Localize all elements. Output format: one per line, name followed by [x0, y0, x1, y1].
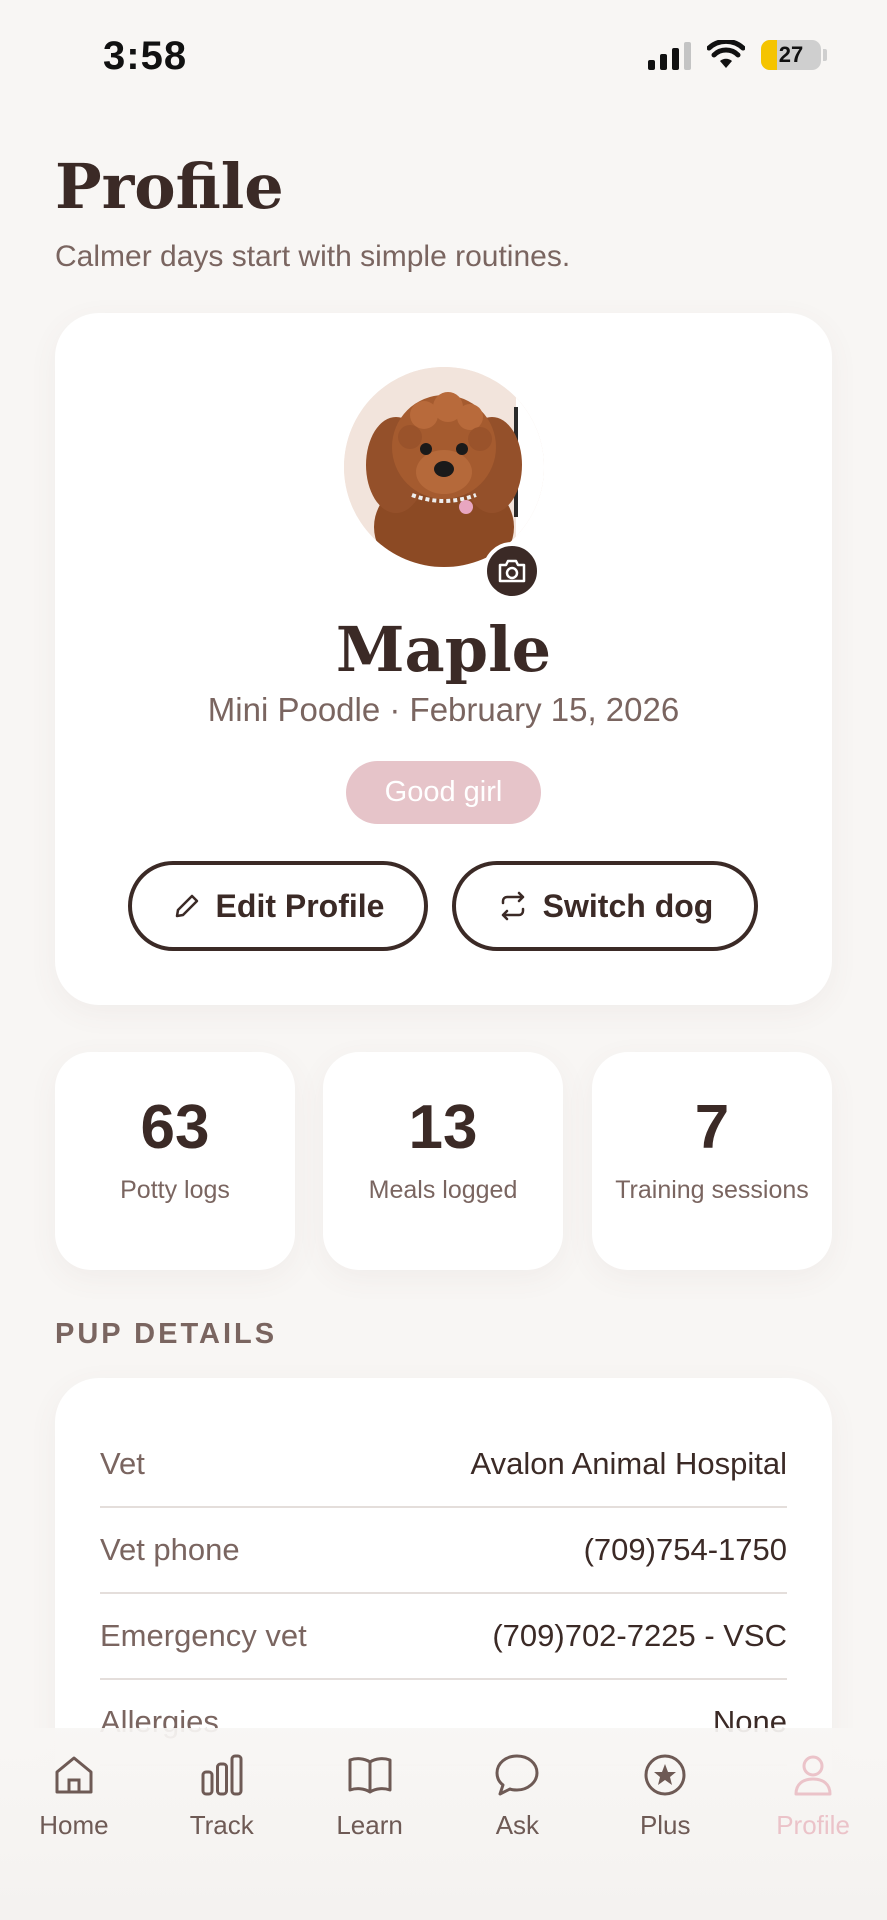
detail-row-emergency-vet[interactable]: Emergency vet (709)702-7225 - VSC — [100, 1594, 787, 1680]
tab-home[interactable]: Home — [0, 1728, 148, 1920]
detail-row-vet-phone[interactable]: Vet phone (709)754-1750 — [100, 1508, 787, 1594]
tab-label: Home — [39, 1810, 109, 1840]
profile-card: Maple Mini Poodle · February 15, 2026 Go… — [55, 313, 832, 1005]
battery-level: 27 — [778, 42, 804, 67]
stat-value: 13 — [408, 1093, 478, 1162]
status-bar: 3:58 27 — [0, 0, 887, 110]
book-icon — [348, 1757, 392, 1794]
detail-value: Avalon Animal Hospital — [470, 1446, 788, 1481]
swap-arrows-icon — [501, 891, 524, 921]
status-badge: Good girl — [346, 761, 541, 824]
status-time: 3:58 — [103, 34, 188, 78]
tab-label: Plus — [639, 1810, 691, 1840]
tab-track[interactable]: Track — [148, 1728, 296, 1920]
tab-label: Ask — [495, 1810, 540, 1840]
status-icons: 27 — [648, 40, 827, 70]
page-subtitle: Calmer days start with simple routines. — [55, 240, 571, 273]
tab-ask[interactable]: Ask — [443, 1728, 591, 1920]
tab-label: Profile — [776, 1810, 850, 1840]
dog-breed-birthday: Mini Poodle · February 15, 2026 — [207, 691, 680, 728]
page-title: Profile — [55, 150, 284, 223]
stat-label: Potty logs — [120, 1176, 230, 1204]
tab-label: Learn — [336, 1810, 403, 1840]
chat-bubble-icon — [495, 1754, 539, 1796]
tab-plus[interactable]: Plus — [591, 1728, 739, 1920]
change-photo-button[interactable] — [483, 542, 541, 600]
stat-value: 63 — [140, 1093, 210, 1162]
edit-profile-label: Edit Profile — [215, 887, 385, 924]
detail-value: (709)702-7225 - VSC — [492, 1618, 787, 1653]
bottom-tab-bar: Home Track Learn Ask Plus Profile — [0, 1728, 887, 1920]
bar-chart-icon — [201, 1754, 243, 1796]
home-icon — [55, 1756, 93, 1794]
tab-learn[interactable]: Learn — [296, 1728, 444, 1920]
stat-value: 7 — [694, 1093, 730, 1162]
tab-label: Track — [189, 1810, 254, 1840]
detail-key: Vet — [100, 1446, 145, 1481]
pencil-icon — [175, 894, 198, 918]
stat-label: Meals logged — [368, 1176, 518, 1204]
dog-avatar[interactable] — [344, 367, 544, 567]
stat-card-potty: 63 Potty logs — [55, 1052, 295, 1270]
star-circle-icon — [644, 1754, 686, 1796]
detail-key: Emergency vet — [100, 1618, 307, 1653]
section-label-pup-details: PUP DETAILS — [55, 1318, 278, 1350]
camera-icon — [498, 559, 526, 583]
stat-card-meals: 13 Meals logged — [323, 1052, 563, 1270]
switch-dog-button[interactable]: Switch dog — [452, 861, 758, 951]
detail-key: Vet phone — [100, 1532, 240, 1567]
switch-dog-label: Switch dog — [542, 887, 714, 924]
wifi-icon — [707, 40, 745, 68]
stat-card-training: 7 Training sessions — [592, 1052, 832, 1270]
dog-name: Maple — [335, 613, 552, 686]
edit-profile-button[interactable]: Edit Profile — [128, 861, 428, 951]
detail-row-vet[interactable]: Vet Avalon Animal Hospital — [100, 1422, 787, 1508]
tab-profile[interactable]: Profile — [739, 1728, 887, 1920]
cellular-signal-icon — [648, 40, 691, 70]
person-icon — [794, 1755, 832, 1796]
stat-label: Training sessions — [615, 1176, 809, 1204]
battery-icon: 27 — [761, 40, 821, 70]
detail-value: (709)754-1750 — [583, 1532, 787, 1567]
